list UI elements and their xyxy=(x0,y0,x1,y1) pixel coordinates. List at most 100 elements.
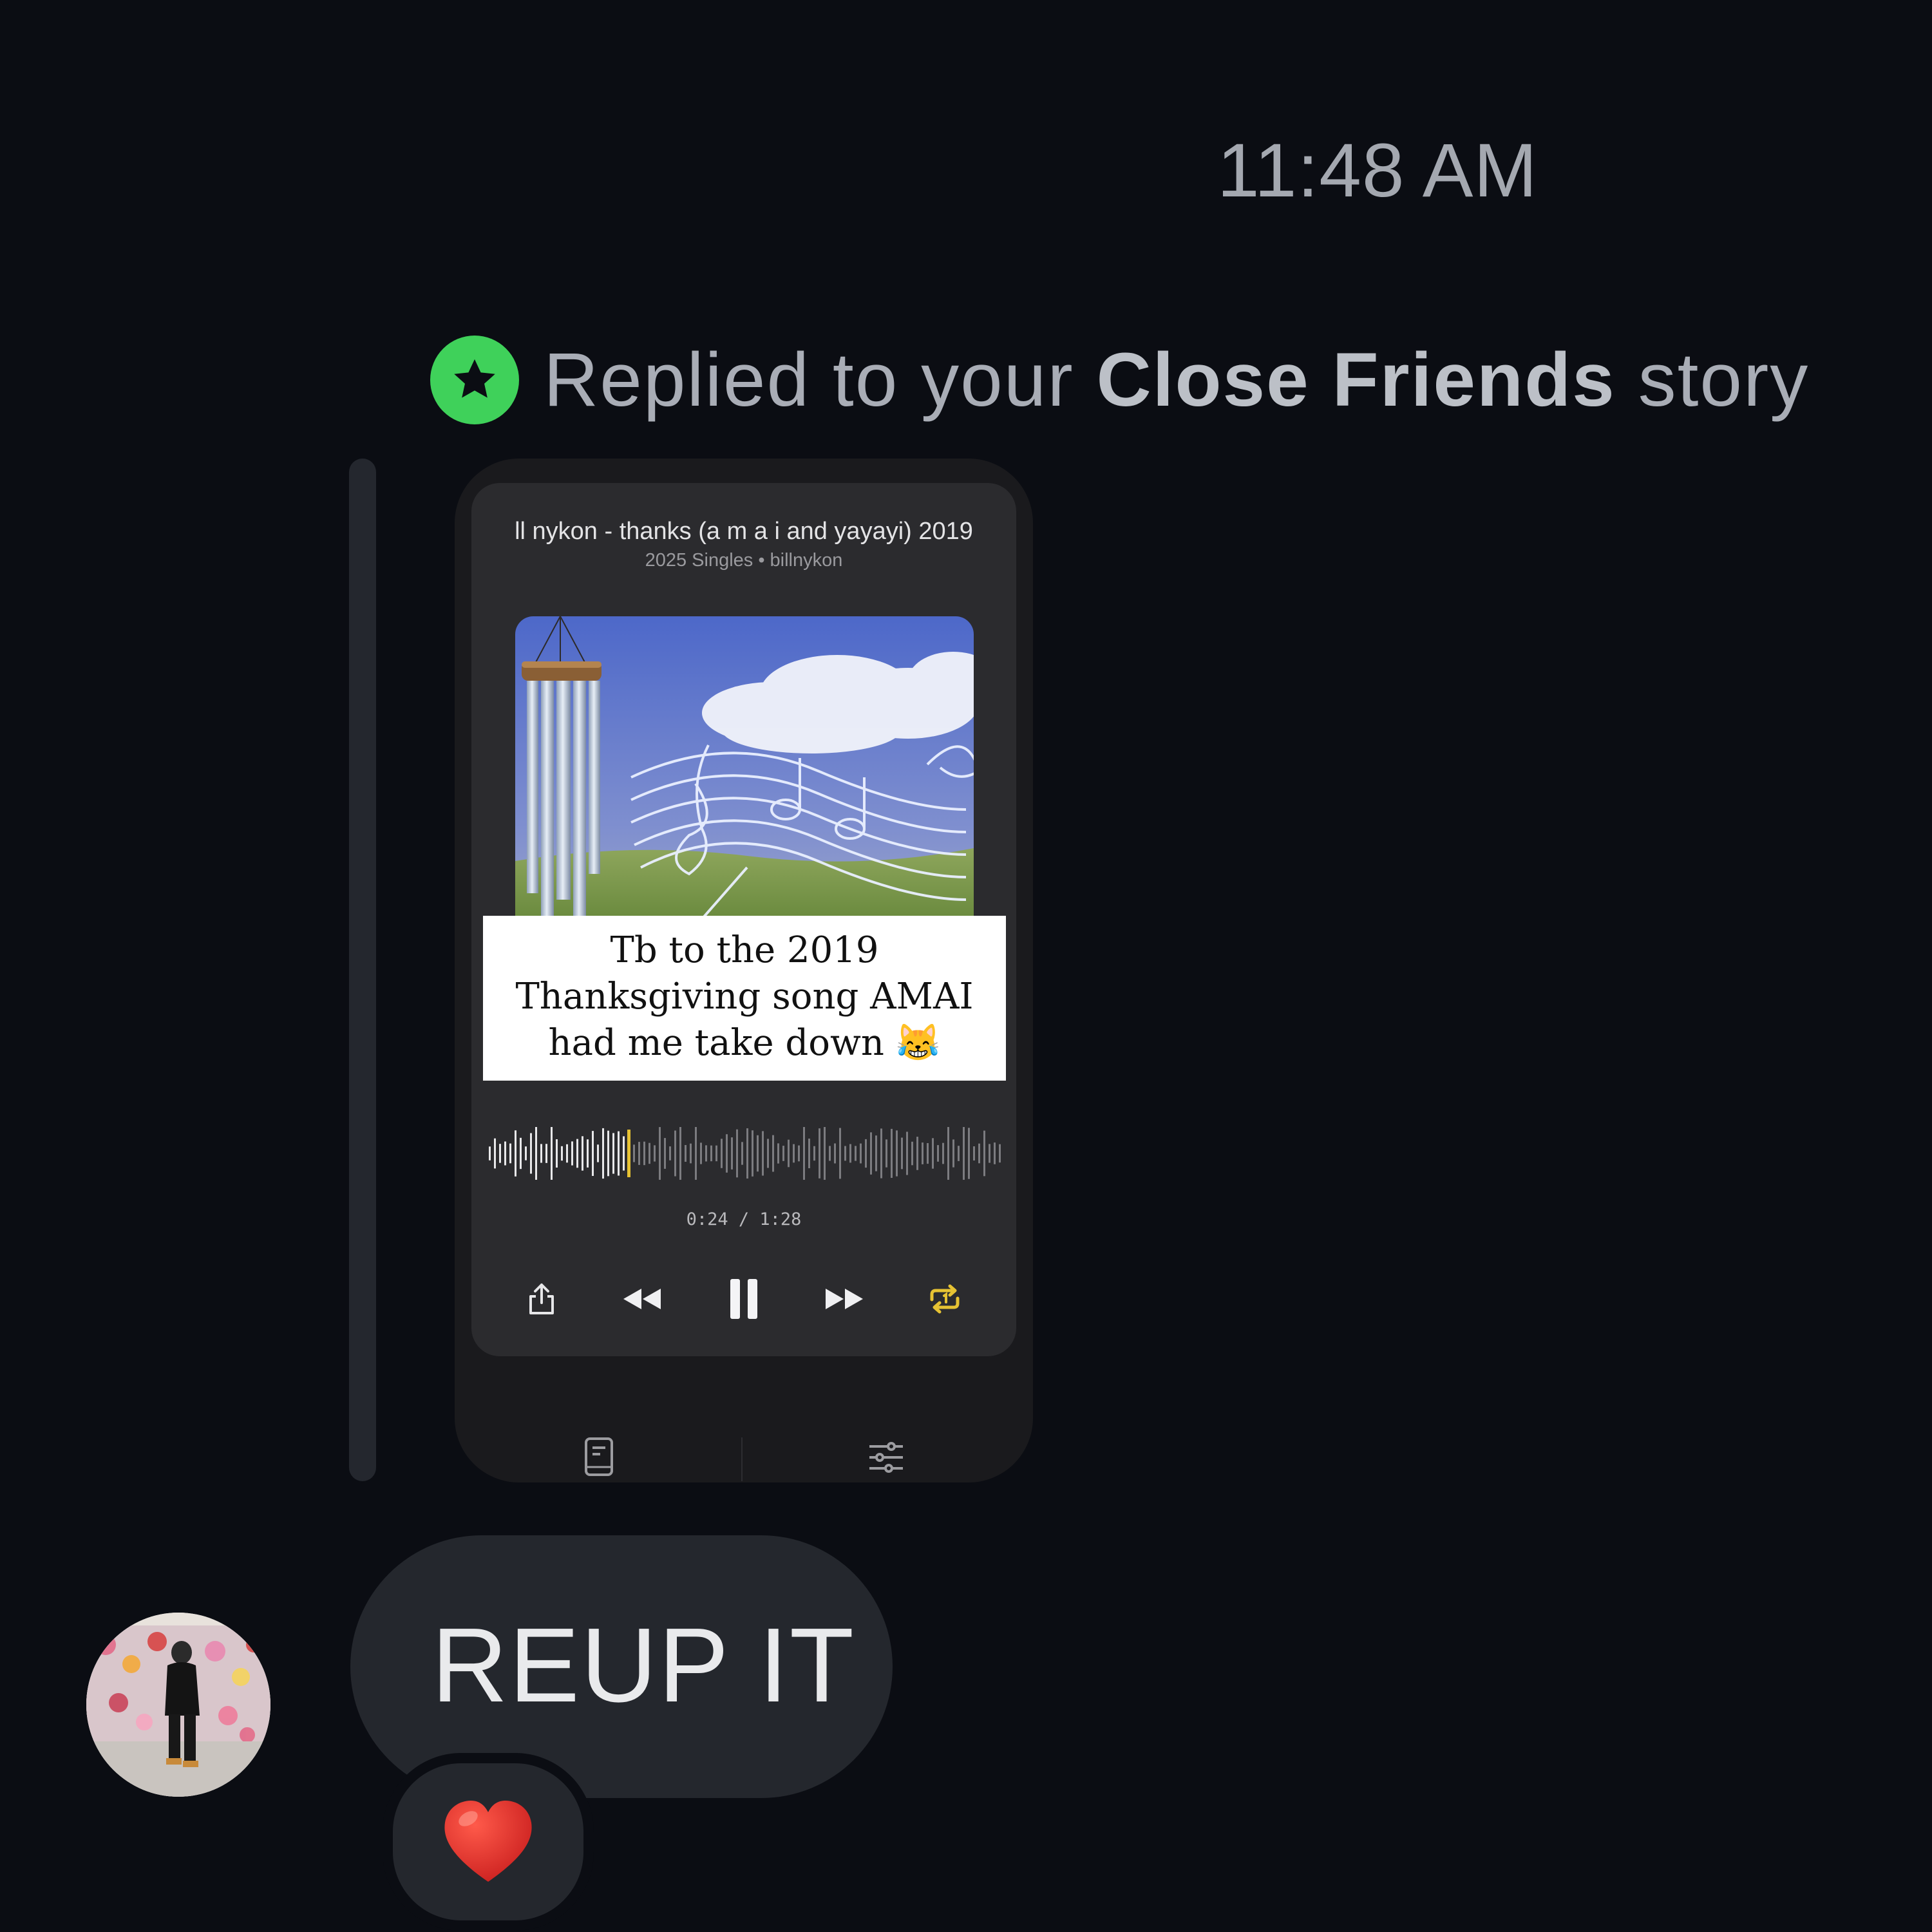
waveform-bar xyxy=(989,1144,990,1163)
rewind-button[interactable] xyxy=(613,1270,671,1328)
waveform-bar xyxy=(551,1127,553,1180)
pause-button[interactable] xyxy=(715,1270,773,1328)
waveform-bar xyxy=(777,1143,779,1164)
waveform-bar xyxy=(602,1128,604,1179)
waveform-bar xyxy=(669,1146,671,1160)
waveform-bar xyxy=(937,1145,939,1162)
story-reply-header: Replied to your Close Friends story xyxy=(430,325,1911,435)
rewind-icon xyxy=(623,1289,661,1309)
waveform-bar xyxy=(607,1130,609,1177)
waveform-bar xyxy=(901,1137,903,1170)
waveform-bar xyxy=(952,1139,954,1168)
reply-prefix: Replied to your xyxy=(544,337,1097,422)
music-player-card: ll nykon - thanks (a m a i and yayayi) 2… xyxy=(471,483,1016,1356)
waveform-bar xyxy=(865,1139,867,1168)
waveform-bar xyxy=(654,1145,656,1162)
waveform-bar xyxy=(762,1131,764,1176)
share-icon xyxy=(529,1283,554,1314)
waveform-bar xyxy=(715,1145,717,1162)
waveform-bar xyxy=(566,1144,568,1163)
track-title: ll nykon - thanks (a m a i and yayayi) 2… xyxy=(515,518,973,545)
repeat-button[interactable] xyxy=(916,1270,974,1328)
track-subtitle: 2025 Singles • billnykon xyxy=(645,550,843,571)
waveform-bar xyxy=(788,1139,790,1168)
waveform-bar xyxy=(922,1142,923,1164)
waveform-bar xyxy=(571,1141,573,1166)
waveform-bar xyxy=(535,1127,537,1180)
waveform-bar xyxy=(587,1139,589,1168)
waveform-bar xyxy=(731,1137,733,1170)
lyrics-icon xyxy=(585,1437,613,1476)
waveform-bar xyxy=(638,1142,640,1165)
fast-forward-button[interactable] xyxy=(815,1270,873,1328)
waveform-bar xyxy=(978,1143,980,1164)
waveform-bar xyxy=(963,1127,965,1180)
close-friends-badge xyxy=(430,336,519,424)
waveform-bar xyxy=(515,1130,516,1177)
reply-header-text: Replied to your Close Friends story xyxy=(544,336,1809,424)
waveform-bar xyxy=(643,1141,645,1166)
waveform-bar xyxy=(674,1130,676,1177)
lyrics-button[interactable] xyxy=(580,1435,618,1480)
bottom-divider xyxy=(741,1437,743,1481)
waveform-bar xyxy=(576,1139,578,1168)
waveform-bar xyxy=(746,1128,748,1179)
waveform-bar xyxy=(798,1145,800,1162)
sender-avatar[interactable] xyxy=(86,1613,270,1797)
waveform-bar xyxy=(721,1139,723,1168)
waveform-bar xyxy=(633,1144,635,1162)
waveform-bar xyxy=(870,1132,872,1175)
waveform-bar xyxy=(834,1143,836,1164)
playhead-marker[interactable] xyxy=(627,1130,630,1177)
equalizer-button[interactable] xyxy=(867,1435,905,1480)
album-artwork xyxy=(515,616,974,919)
audio-waveform[interactable] xyxy=(488,1126,1003,1181)
equalizer-icon xyxy=(869,1442,903,1473)
waveform-bar xyxy=(664,1138,666,1169)
waveform-bar xyxy=(592,1131,594,1176)
waveform-bar xyxy=(855,1146,857,1161)
message-text: REUP IT xyxy=(431,1606,855,1724)
story-caption: Tb to the 2019 Thanksgiving song AMAI ha… xyxy=(483,916,1006,1081)
waveform-bar xyxy=(623,1136,625,1171)
waveform-bar xyxy=(839,1128,841,1179)
waveform-bar xyxy=(726,1134,728,1173)
waveform-bar xyxy=(968,1128,970,1179)
waveform-bar xyxy=(525,1146,527,1160)
pause-icon xyxy=(730,1279,757,1319)
waveform-bar xyxy=(973,1146,975,1160)
waveform-bar xyxy=(932,1138,934,1169)
caption-text: Tb to the 2019 Thanksgiving song AMAI ha… xyxy=(515,929,974,1064)
repeat-icon xyxy=(930,1284,960,1314)
waveform-bar xyxy=(741,1142,743,1165)
star-icon xyxy=(454,359,495,398)
waveform-bar xyxy=(561,1146,563,1161)
waveform-bar xyxy=(958,1146,960,1161)
waveform-bar xyxy=(679,1127,681,1180)
reply-quote-bar xyxy=(349,459,376,1481)
waveform-bar xyxy=(906,1132,908,1175)
waveform-bar xyxy=(886,1139,887,1168)
waveform-bar xyxy=(782,1146,784,1161)
waveform-bar xyxy=(813,1146,815,1161)
waveform-bar xyxy=(545,1144,547,1163)
waveform-bar xyxy=(597,1144,599,1162)
waveform-bar xyxy=(540,1144,542,1163)
waveform-bar xyxy=(489,1146,491,1160)
waveform-bar xyxy=(860,1143,862,1164)
waveform-bar xyxy=(612,1133,614,1174)
waveform-bar xyxy=(556,1139,558,1168)
waveform-bar xyxy=(520,1137,522,1170)
heart-reaction[interactable] xyxy=(383,1753,594,1931)
waveform-bar xyxy=(927,1143,929,1164)
waveform-bar xyxy=(896,1130,898,1177)
close-friends-label: Close Friends xyxy=(1096,337,1616,422)
waveform-bar xyxy=(824,1127,826,1180)
waveform-bar xyxy=(499,1144,501,1163)
share-button[interactable] xyxy=(513,1270,571,1328)
waveform-bar xyxy=(994,1142,996,1164)
waveform-bar xyxy=(705,1145,707,1162)
waveform-bar xyxy=(947,1127,949,1180)
waveform-bar xyxy=(803,1127,805,1180)
waveform-bar xyxy=(916,1137,918,1170)
